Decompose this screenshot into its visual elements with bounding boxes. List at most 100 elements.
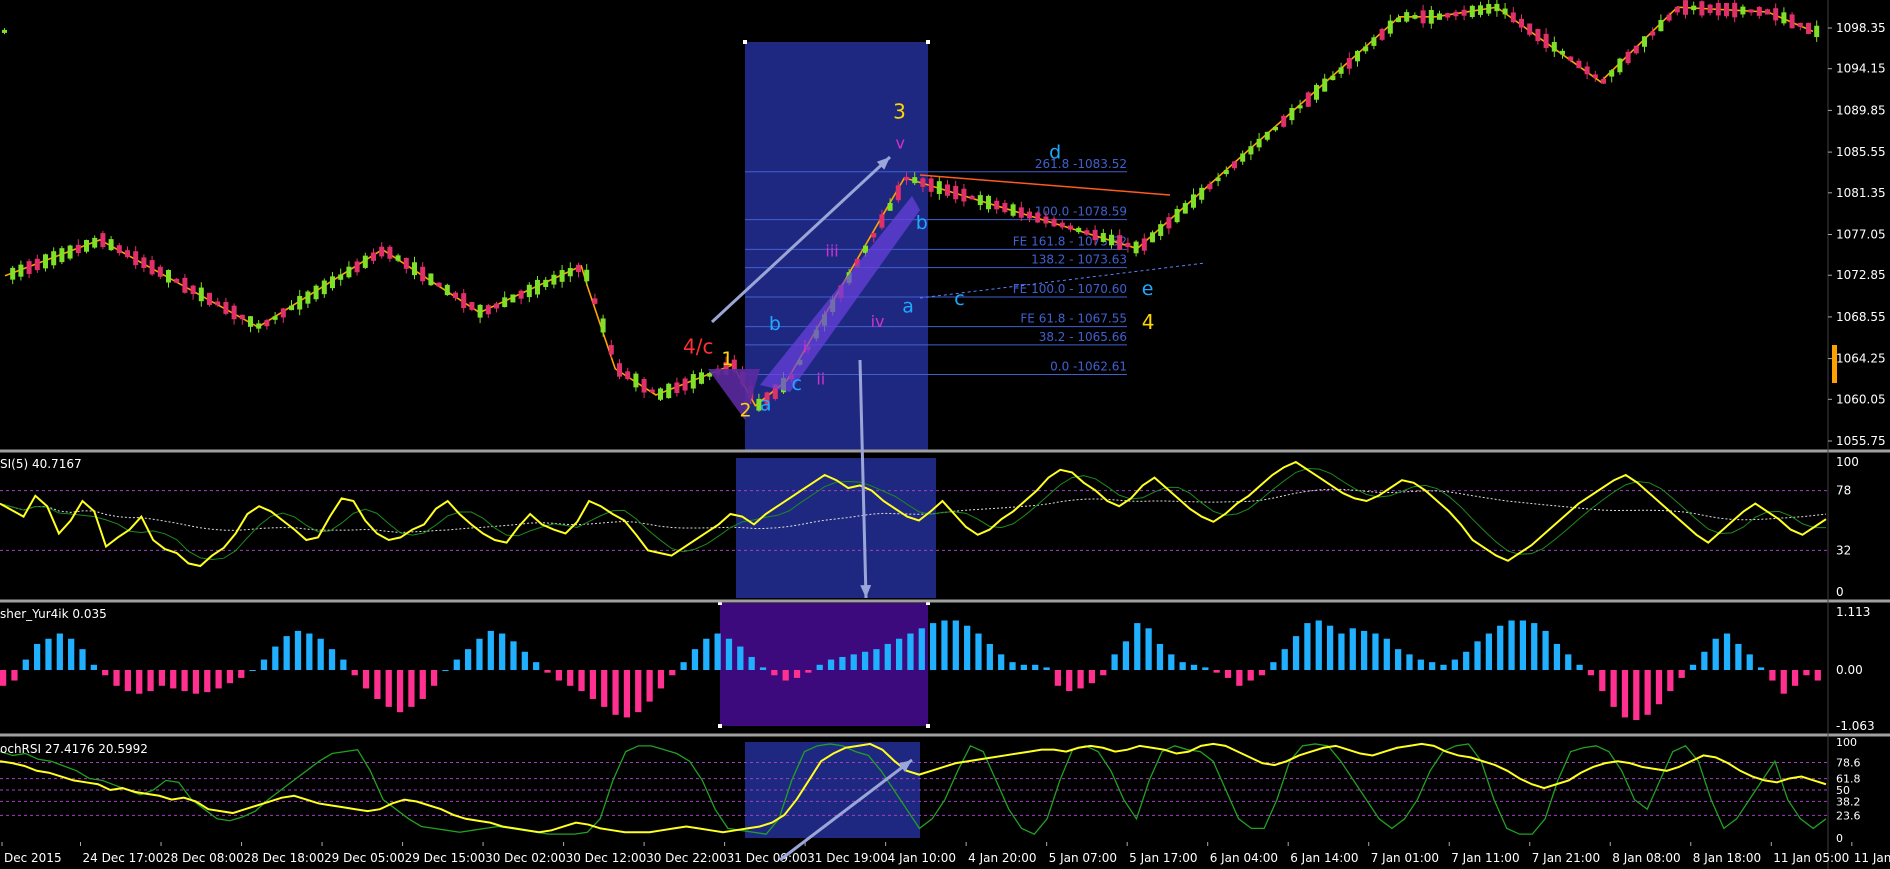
fisher-bar (1122, 641, 1130, 670)
candle-body (1027, 211, 1032, 219)
candle-body (354, 261, 360, 273)
fisher-bar (476, 638, 483, 670)
candle-body (1018, 207, 1024, 218)
candle-body (1568, 56, 1574, 61)
candle-body (18, 264, 24, 277)
candle-body (936, 181, 942, 195)
fisher-bar (1678, 670, 1685, 678)
candle-body (1510, 12, 1516, 23)
time-axis-label: 29 Dec 15:00 (405, 851, 486, 865)
candle-body (879, 214, 885, 228)
candle-body (1281, 115, 1287, 127)
candle-body (1732, 2, 1738, 18)
candle-body (412, 262, 417, 276)
candle-body (1486, 4, 1492, 14)
fisher-bar (521, 651, 528, 670)
fib-level-label: 138.2 - 1073.63 (1031, 253, 1127, 267)
candle-body (1592, 74, 1598, 79)
candle-body (1240, 153, 1246, 162)
candle-body (1166, 217, 1172, 229)
fisher-bar (1134, 623, 1141, 670)
candle-body (994, 200, 1000, 210)
candle-body (1297, 105, 1303, 109)
candle-body (1543, 33, 1549, 48)
candle-body (1478, 5, 1483, 15)
time-axis-label: 8 Jan 18:00 (1693, 851, 1761, 865)
candle-body (1264, 131, 1270, 140)
wave-label: d (1049, 141, 1061, 163)
candle-body (920, 178, 926, 187)
candle-body (1428, 10, 1434, 24)
candle-body (51, 251, 57, 266)
fisher-bar (1281, 649, 1288, 670)
fisher-bar (895, 638, 903, 670)
fisher-bar (351, 670, 358, 676)
candle-body (1150, 232, 1155, 243)
candle-body (1707, 4, 1713, 13)
candle-body (1059, 222, 1065, 228)
time-axis-label: 28 Dec 08:00 (163, 851, 244, 865)
fisher-bar (260, 659, 268, 670)
time-axis-label: 31 Dec 19:00 (807, 851, 888, 865)
candle-body (502, 297, 508, 308)
candle-body (1223, 170, 1229, 175)
chart-canvas[interactable]: 261.8 -1083.52100.0 -1078.59FE 161.8 - 1… (0, 0, 1890, 869)
candle-body (699, 372, 704, 384)
candle-body (576, 264, 581, 273)
fisher-bar (204, 670, 211, 693)
candle-body (535, 279, 540, 295)
time-axis-label: 31 Dec 09:00 (727, 851, 808, 865)
candle-body (141, 257, 147, 269)
candle-body (1773, 8, 1779, 21)
candle-body (526, 284, 532, 298)
fisher-bar (1066, 670, 1073, 692)
fisher-bar (1224, 670, 1232, 678)
fisher-bar (669, 670, 676, 676)
candle-body (1314, 84, 1319, 100)
fisher-bar (589, 670, 597, 699)
candle-body (551, 274, 557, 285)
price-axis-label: 1060.05 (1836, 392, 1886, 406)
candle-body (428, 273, 434, 286)
fisher-bar (839, 656, 846, 670)
fisher-bar (147, 670, 154, 692)
fisher-bar (1349, 628, 1356, 670)
candle-body (1715, 2, 1721, 16)
fisher-bar (1531, 623, 1538, 670)
fisher-bar (249, 670, 256, 671)
candle-body (280, 308, 286, 318)
candle-body (223, 301, 229, 314)
candle-body (1191, 194, 1196, 208)
candle-body (961, 188, 967, 202)
candle-body (1691, 5, 1697, 11)
fisher-bar (510, 641, 517, 670)
fisher-bar (22, 659, 29, 670)
candle-body (1248, 146, 1254, 155)
candle-body (75, 244, 81, 254)
candle-body (1207, 183, 1213, 190)
fisher-bar (952, 620, 959, 670)
candle-body (436, 282, 442, 287)
stoch-axis-label: 38.2 (1836, 795, 1861, 808)
candle-body (313, 285, 319, 300)
fisher-bar (136, 670, 143, 694)
wave-label: 4 (1142, 310, 1155, 334)
fisher-bar (646, 670, 653, 702)
fisher-bar (873, 649, 880, 670)
candle-body (690, 374, 696, 389)
fisher-bar (703, 638, 710, 670)
fisher-bar (1633, 670, 1640, 721)
candle-body (207, 292, 212, 305)
fisher-bar (1474, 641, 1481, 670)
fisher-bar (1111, 654, 1118, 670)
fisher-bar (1236, 670, 1243, 686)
candle-body (59, 248, 65, 263)
fisher-bar (306, 633, 313, 670)
fisher-indicator-label: sher_Yur4ik 0.035 (0, 607, 107, 621)
candle-body (43, 254, 48, 269)
candle-body (133, 251, 139, 266)
wave-label: a (902, 296, 914, 318)
fisher-bar (1020, 664, 1027, 670)
wave-label: i (803, 337, 807, 356)
stoch-axis-label: 23.6 (1836, 809, 1861, 822)
